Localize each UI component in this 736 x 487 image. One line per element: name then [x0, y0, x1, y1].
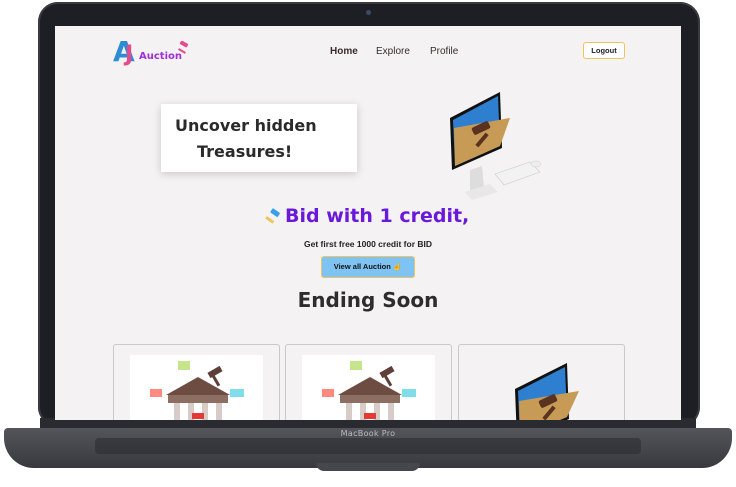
nav-explore[interactable]: Explore: [376, 46, 410, 57]
promo-subtext: Get first free 1000 credit for BID: [303, 239, 432, 249]
gavel-icon: [178, 41, 189, 54]
hero-card: Uncover hidden Treasures!: [161, 104, 357, 172]
section-title: Ending Soon: [297, 288, 439, 312]
view-all-auction-button[interactable]: View all Auction ☝: [321, 256, 415, 278]
card-image: [130, 355, 263, 420]
screen: A J Auction Home Explore Profile Logout …: [55, 26, 681, 420]
hero-line-2: Treasures!: [197, 142, 293, 161]
device-model-label: MacBook Pro: [340, 429, 396, 438]
courthouse-illustration: [322, 361, 416, 420]
promo-headline: Bid with 1 credit,: [285, 205, 470, 227]
logo-letter-j: J: [125, 42, 134, 67]
computer-gavel-illustration: [450, 92, 542, 200]
courthouse-illustration: [150, 361, 244, 420]
hero-line-1: Uncover hidden: [175, 116, 317, 135]
computer-gavel-illustration: [515, 363, 579, 420]
auction-card[interactable]: [285, 344, 452, 420]
card-image: [475, 355, 608, 420]
nav-home[interactable]: Home: [330, 46, 358, 57]
webcam: [366, 10, 371, 15]
hammer-icon: [265, 208, 280, 224]
laptop-keyboard-edge: [95, 438, 641, 454]
card-image: [302, 355, 435, 420]
nav-profile[interactable]: Profile: [430, 46, 458, 57]
auction-card[interactable]: [458, 344, 625, 420]
logout-button[interactable]: Logout: [583, 42, 625, 59]
brand-logo[interactable]: A J Auction: [113, 37, 193, 67]
logo-text: Auction: [139, 51, 182, 62]
auction-card[interactable]: [113, 344, 280, 420]
laptop-notch: [316, 463, 420, 471]
